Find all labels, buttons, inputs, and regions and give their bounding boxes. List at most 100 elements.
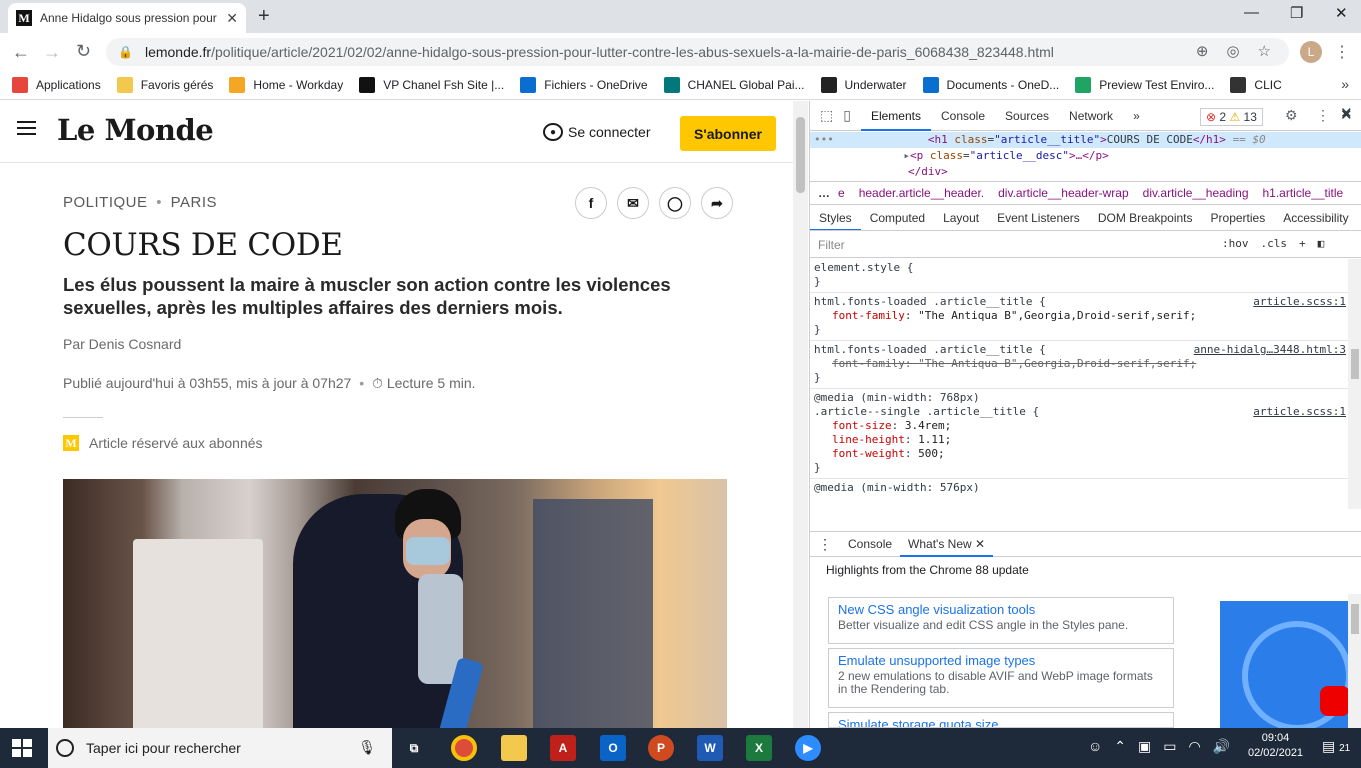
minimize-window-icon[interactable]: — <box>1244 4 1259 21</box>
more-bookmarks-icon[interactable]: » <box>1341 76 1349 92</box>
styles-filter-input[interactable]: Filter <box>818 238 845 252</box>
crumb[interactable]: div.article__heading <box>1143 186 1249 200</box>
notifications-icon[interactable]: ▤ 21 <box>1322 738 1350 755</box>
forward-icon[interactable]: → <box>43 42 61 63</box>
excel-icon[interactable]: X <box>746 735 772 761</box>
facebook-icon[interactable]: f <box>575 187 607 219</box>
battery-icon[interactable]: ▭ <box>1163 738 1176 755</box>
style-rule[interactable]: html.fonts-loaded .article__title { arti… <box>810 293 1348 341</box>
profile-avatar[interactable]: L <box>1300 41 1322 63</box>
tray-expand-icon[interactable]: ⌃ <box>1114 738 1126 755</box>
tab-event-listeners[interactable]: Event Listeners <box>988 206 1089 230</box>
browser-menu-icon[interactable]: ⋮ <box>1334 42 1350 62</box>
tab-elements[interactable]: Elements <box>860 101 931 131</box>
style-rule[interactable]: element.style { } <box>810 259 1348 293</box>
bookmark-item[interactable]: Fichiers - OneDrive <box>520 76 648 93</box>
bookmark-item[interactable]: Applications <box>12 76 101 93</box>
whats-new-video-thumbnail[interactable] <box>1220 601 1350 728</box>
dom-node-selected[interactable]: ••• <h1 class="article__title">COURS DE C… <box>810 132 1361 148</box>
close-window-icon[interactable]: ✕ <box>1335 4 1348 22</box>
drawer-tab-console[interactable]: Console <box>840 532 900 557</box>
bookmark-star-icon[interactable]: ☆ <box>1258 42 1271 60</box>
new-rule-icon[interactable]: + <box>1299 237 1306 250</box>
rule-source-link[interactable]: article.scss:1 <box>1253 295 1346 308</box>
bookmark-item[interactable]: CHANEL Global Pai... <box>663 76 805 93</box>
browser-tab[interactable]: M Anne Hidalgo sous pression pour ✕ <box>8 3 246 33</box>
restore-window-icon[interactable]: ❐ <box>1290 4 1303 22</box>
reload-icon[interactable]: ↻ <box>76 41 91 62</box>
outlook-icon[interactable]: O <box>600 735 626 761</box>
address-bar[interactable]: 🔒 lemonde.fr/politique/article/2021/02/0… <box>106 38 1289 66</box>
volume-icon[interactable]: 🔊 <box>1213 738 1230 755</box>
drawer-menu-icon[interactable]: ⋮ <box>810 532 840 557</box>
class-toggle[interactable]: .cls <box>1261 237 1288 250</box>
bookmark-item[interactable]: VP Chanel Fsh Site |... <box>359 76 504 93</box>
device-toolbar-icon[interactable]: ▯ <box>839 107 861 124</box>
bookmark-item[interactable]: Preview Test Enviro... <box>1075 76 1214 93</box>
back-icon[interactable]: ← <box>12 42 30 63</box>
eye-off-icon[interactable]: ◎ <box>1226 42 1239 60</box>
article-author[interactable]: Par Denis Cosnard <box>63 336 181 352</box>
network-tray-icon[interactable]: ▣ <box>1138 738 1151 755</box>
whats-new-card[interactable]: New CSS angle visualization tools Better… <box>828 597 1174 644</box>
people-icon[interactable]: ☺ <box>1088 738 1102 755</box>
tab-properties[interactable]: Properties <box>1202 206 1275 230</box>
tab-layout[interactable]: Layout <box>934 206 988 230</box>
bookmark-item[interactable]: Underwater <box>820 76 907 93</box>
close-tab-icon[interactable]: ✕ <box>975 537 985 551</box>
settings-gear-icon[interactable]: ⚙ <box>1285 107 1298 124</box>
inspect-element-icon[interactable]: ⬚ <box>810 107 839 124</box>
bookmark-item[interactable]: Documents - OneD... <box>922 76 1059 93</box>
zoom-icon[interactable]: ▶ <box>795 735 821 761</box>
computed-sidebar-icon[interactable]: ◧ <box>1318 237 1325 250</box>
style-rule[interactable]: @media (min-width: 576px) <box>810 479 1348 498</box>
hamburger-menu-icon[interactable] <box>17 121 36 135</box>
style-rule[interactable]: @media (min-width: 768px) .article--sing… <box>810 389 1348 479</box>
tab-dom-breakpoints[interactable]: DOM Breakpoints <box>1089 206 1202 230</box>
login-link[interactable]: ● Se connecter <box>543 123 651 141</box>
tab-network[interactable]: Network <box>1059 101 1123 131</box>
whats-new-card[interactable]: Simulate storage quota size <box>828 712 1174 728</box>
acrobat-icon[interactable]: A <box>550 735 576 761</box>
share-icon[interactable]: ➦ <box>701 187 733 219</box>
drawer-tab-whats-new[interactable]: What's New ✕ <box>900 532 994 557</box>
crumb[interactable]: header.article__header. <box>859 186 984 200</box>
dom-node[interactable]: </div> <box>810 164 1361 180</box>
dom-node[interactable]: ▸<p class="article__desc">…</p> <box>810 148 1361 164</box>
bookmark-item[interactable]: Home - Workday <box>229 76 343 93</box>
crumb[interactable]: div.article__header-wrap <box>998 186 1129 200</box>
rule-source-link[interactable]: anne-hidalg…3448.html:3 <box>1194 343 1346 356</box>
add-shortcut-icon[interactable]: ⊕ <box>1196 42 1209 60</box>
bookmark-item[interactable]: CLIC <box>1230 76 1282 93</box>
new-tab-button[interactable]: + <box>258 5 270 28</box>
powerpoint-icon[interactable]: P <box>648 735 674 761</box>
chrome-icon[interactable] <box>451 735 477 761</box>
styles-scrollbar[interactable] <box>1348 259 1361 509</box>
microphone-icon[interactable]: 🎙 <box>358 739 376 756</box>
tab-console[interactable]: Console <box>931 101 995 131</box>
system-clock[interactable]: 09:04 02/02/2021 <box>1248 731 1303 761</box>
taskbar-search[interactable]: Taper ici pour rechercher 🎙 <box>48 728 392 768</box>
subscribe-button[interactable]: S'abonner <box>680 116 776 151</box>
whats-new-card[interactable]: Emulate unsupported image types 2 new em… <box>828 648 1174 708</box>
drawer-scrollbar[interactable] <box>1348 594 1361 728</box>
breadcrumb-paris[interactable]: PARIS <box>171 194 217 211</box>
tab-styles[interactable]: Styles <box>810 206 861 230</box>
close-tab-icon[interactable]: ✕ <box>226 10 238 27</box>
hover-state-toggle[interactable]: :hov <box>1222 237 1249 250</box>
crumb-selected[interactable]: h1.article__title <box>1263 186 1344 200</box>
issues-badge[interactable]: ⊗ 2 ⚠ 13 <box>1200 108 1263 126</box>
site-logo[interactable]: Le Monde <box>57 113 214 147</box>
word-icon[interactable]: W <box>697 735 723 761</box>
windows-start-icon[interactable] <box>12 739 32 757</box>
tab-computed[interactable]: Computed <box>861 206 934 230</box>
tab-accessibility[interactable]: Accessibility <box>1274 206 1357 230</box>
task-view-icon[interactable]: ⧉ <box>401 735 427 761</box>
whatsapp-icon[interactable]: ◯ <box>659 187 691 219</box>
crumb[interactable]: e <box>838 186 845 200</box>
close-drawer-icon[interactable]: ✕ <box>1340 104 1353 122</box>
wifi-icon[interactable]: ◠ <box>1189 738 1201 755</box>
explorer-icon[interactable] <box>501 735 527 761</box>
crumbs-overflow-icon[interactable]: … <box>818 186 830 200</box>
devtools-menu-icon[interactable]: ⋮ <box>1316 107 1330 124</box>
